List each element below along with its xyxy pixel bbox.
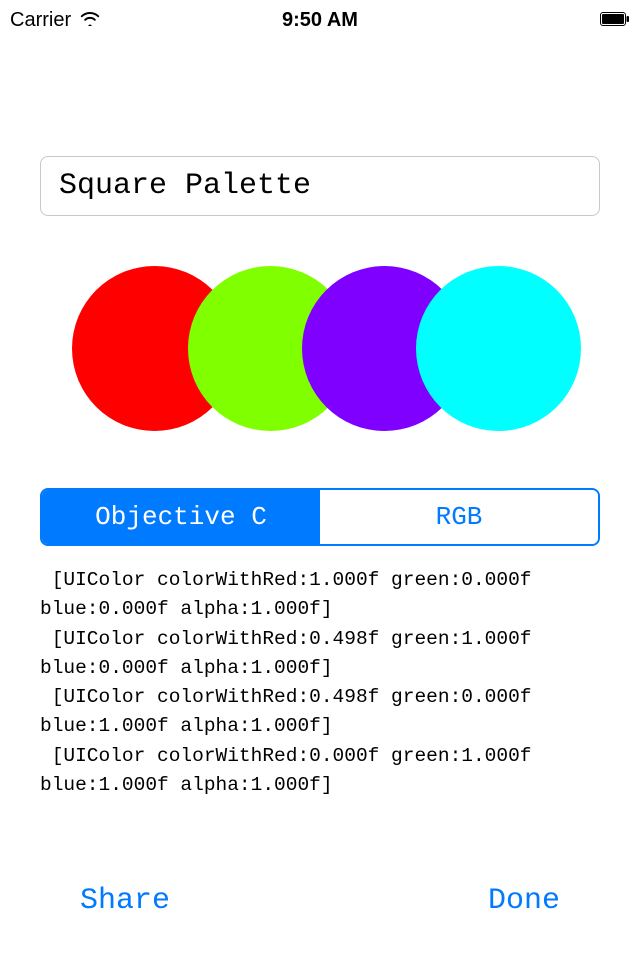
wifi-icon <box>79 9 101 32</box>
format-segmented-control: Objective C RGB <box>40 488 600 546</box>
share-button[interactable]: Share <box>80 884 170 918</box>
segment-objective-c[interactable]: Objective C <box>42 490 320 544</box>
battery-icon <box>600 9 630 32</box>
bottom-bar: Share Done <box>0 884 640 918</box>
status-left: Carrier <box>10 9 101 32</box>
code-output: [UIColor colorWithRed:1.000f green:0.000… <box>40 566 600 800</box>
palette-row <box>0 266 640 431</box>
carrier-label: Carrier <box>10 9 71 32</box>
done-button[interactable]: Done <box>488 884 560 918</box>
segment-rgb[interactable]: RGB <box>320 490 598 544</box>
status-time: 9:50 AM <box>282 9 358 32</box>
palette-title-input[interactable] <box>40 156 600 216</box>
status-bar: Carrier 9:50 AM <box>0 0 640 40</box>
status-right <box>600 9 630 32</box>
palette-color-4[interactable] <box>416 266 581 431</box>
